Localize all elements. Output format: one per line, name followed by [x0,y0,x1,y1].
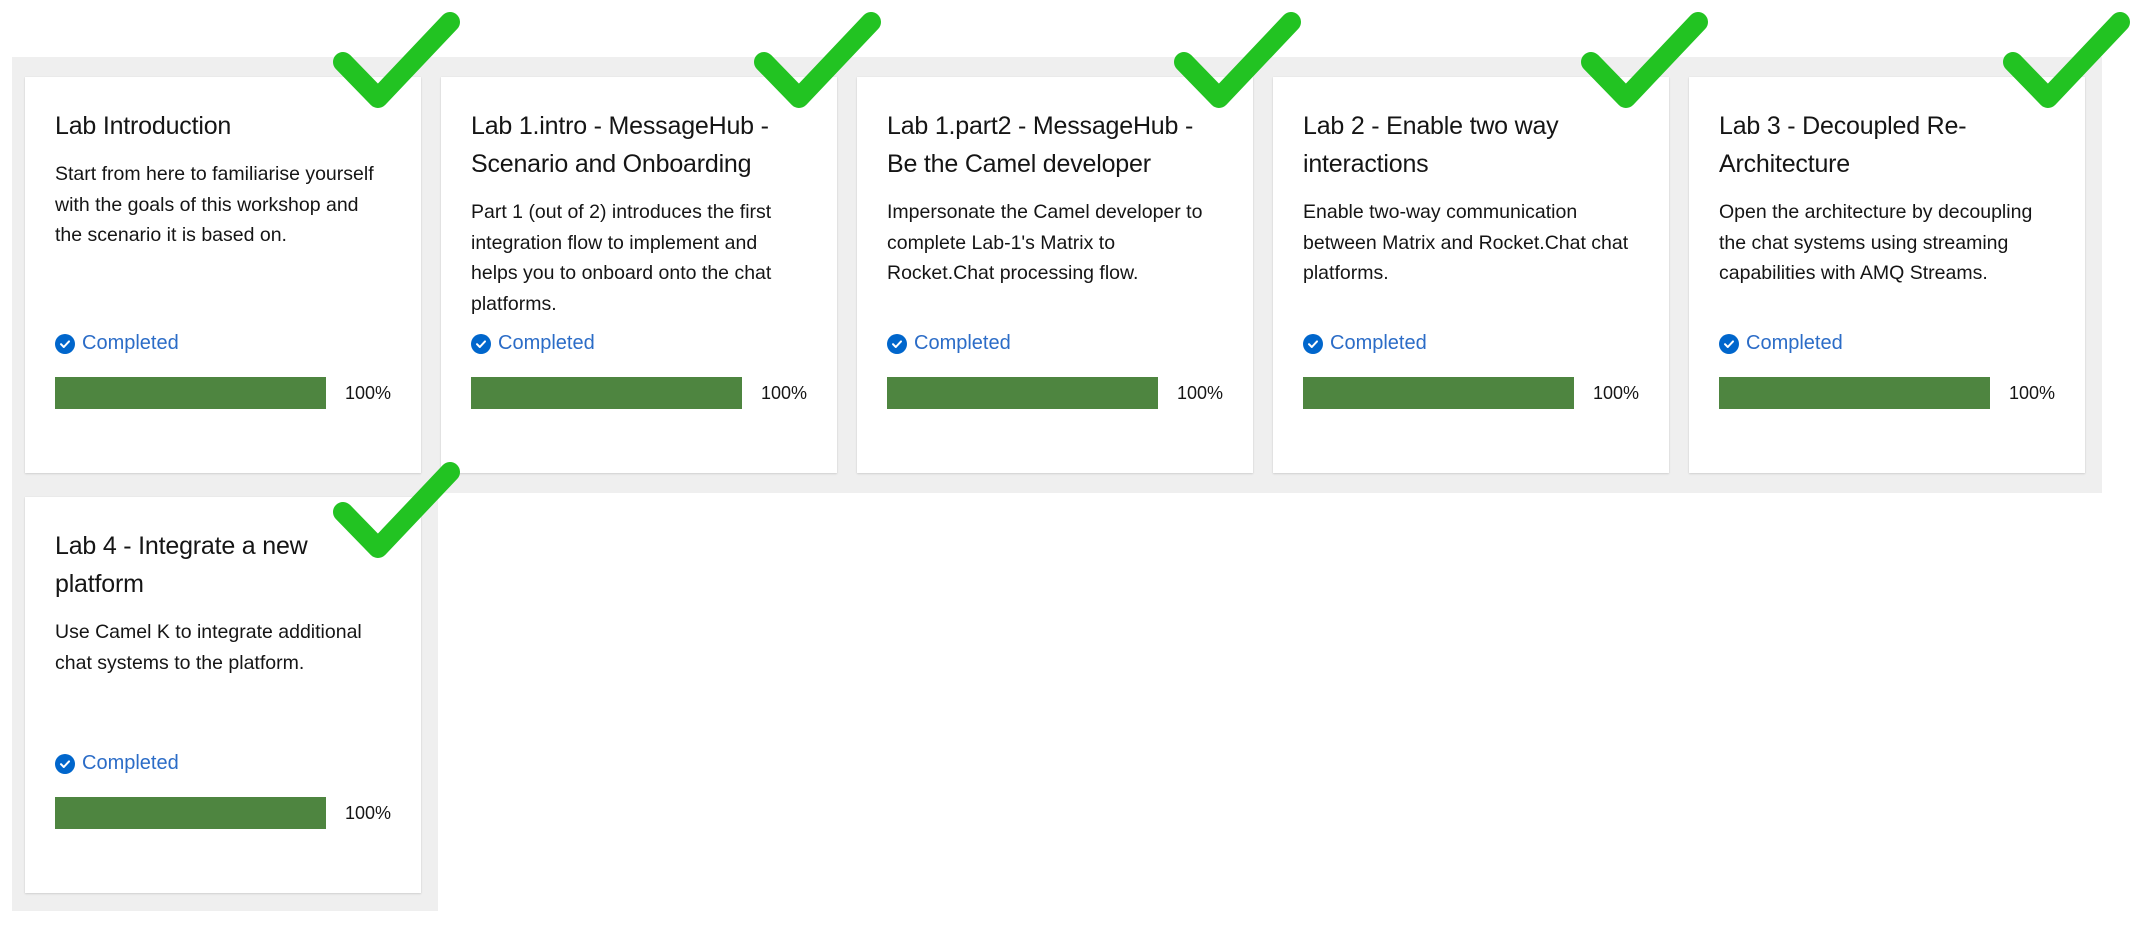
progress-track [55,377,326,409]
check-circle-icon [887,333,907,354]
lab-card-title[interactable]: Lab 2 - Enable two way interactions [1303,107,1639,183]
status-label: Completed [82,332,179,354]
progress-bar: 100% [471,377,807,409]
check-circle-icon [1303,333,1323,354]
progress-bar: 100% [887,377,1223,409]
progress-percent: 100% [760,382,807,403]
progress-fill [887,377,1158,409]
progress-fill [55,797,326,829]
lab-card-description: Start from here to familiarise yourself … [55,163,374,246]
completed-check-icon [1174,12,1301,108]
progress-percent: 100% [344,802,391,823]
lab-card-title[interactable]: Lab 1.intro - MessageHub - Scenario and … [471,107,807,183]
status-badge: Completed [1719,332,1843,355]
lab-card[interactable]: Lab 1.part2 - MessageHub - Be the Camel … [857,77,1253,473]
lab-card-title[interactable]: Lab 1.part2 - MessageHub - Be the Camel … [887,107,1223,183]
status-label: Completed [1330,332,1427,354]
progress-track [55,797,326,829]
lab-card[interactable]: Lab 3 - Decoupled Re-Architecture Open t… [1689,77,2085,473]
progress-bar: 100% [55,797,391,829]
check-circle-icon [1719,333,1739,354]
completed-check-icon [754,12,881,108]
progress-fill [55,377,326,409]
status-label: Completed [82,752,179,774]
check-circle-icon [55,333,75,354]
lab-card-description: Impersonate the Camel developer to compl… [887,201,1203,284]
completed-check-icon [333,462,460,558]
status-badge: Completed [471,332,595,355]
status-badge: Completed [887,332,1011,355]
completed-check-icon [333,12,460,108]
status-badge: Completed [55,332,179,355]
lab-card-description: Part 1 (out of 2) introduces the first i… [471,201,772,315]
lab-card-description: Use Camel K to integrate additional chat… [55,621,362,674]
status-badge: Completed [55,752,179,775]
progress-bar: 100% [1303,377,1639,409]
status-label: Completed [1746,332,1843,354]
status-label: Completed [914,332,1011,354]
lab-catalog: Lab Introduction Start from here to fami… [0,0,2142,942]
progress-bar: 100% [55,377,391,409]
completed-check-icon [2003,12,2130,108]
check-circle-icon [471,333,491,354]
lab-card-description: Enable two-way communication between Mat… [1303,201,1629,284]
status-label: Completed [498,332,595,354]
lab-card[interactable]: Lab Introduction Start from here to fami… [25,77,421,473]
lab-card-description: Open the architecture by decoupling the … [1719,201,2033,284]
status-badge: Completed [1303,332,1427,355]
progress-track [1303,377,1574,409]
lab-card-title[interactable]: Lab Introduction [55,107,391,145]
progress-fill [1303,377,1574,409]
progress-track [1719,377,1990,409]
completed-check-icon [1581,12,1708,108]
check-circle-icon [55,753,75,774]
progress-bar: 100% [1719,377,2055,409]
progress-track [887,377,1158,409]
progress-percent: 100% [2008,382,2055,403]
progress-fill [471,377,742,409]
progress-fill [1719,377,1990,409]
lab-card-title[interactable]: Lab 3 - Decoupled Re-Architecture [1719,107,2055,183]
progress-percent: 100% [1592,382,1639,403]
progress-percent: 100% [1176,382,1223,403]
progress-percent: 100% [344,382,391,403]
lab-card[interactable]: Lab 2 - Enable two way interactions Enab… [1273,77,1669,473]
lab-card[interactable]: Lab 1.intro - MessageHub - Scenario and … [441,77,837,473]
progress-track [471,377,742,409]
